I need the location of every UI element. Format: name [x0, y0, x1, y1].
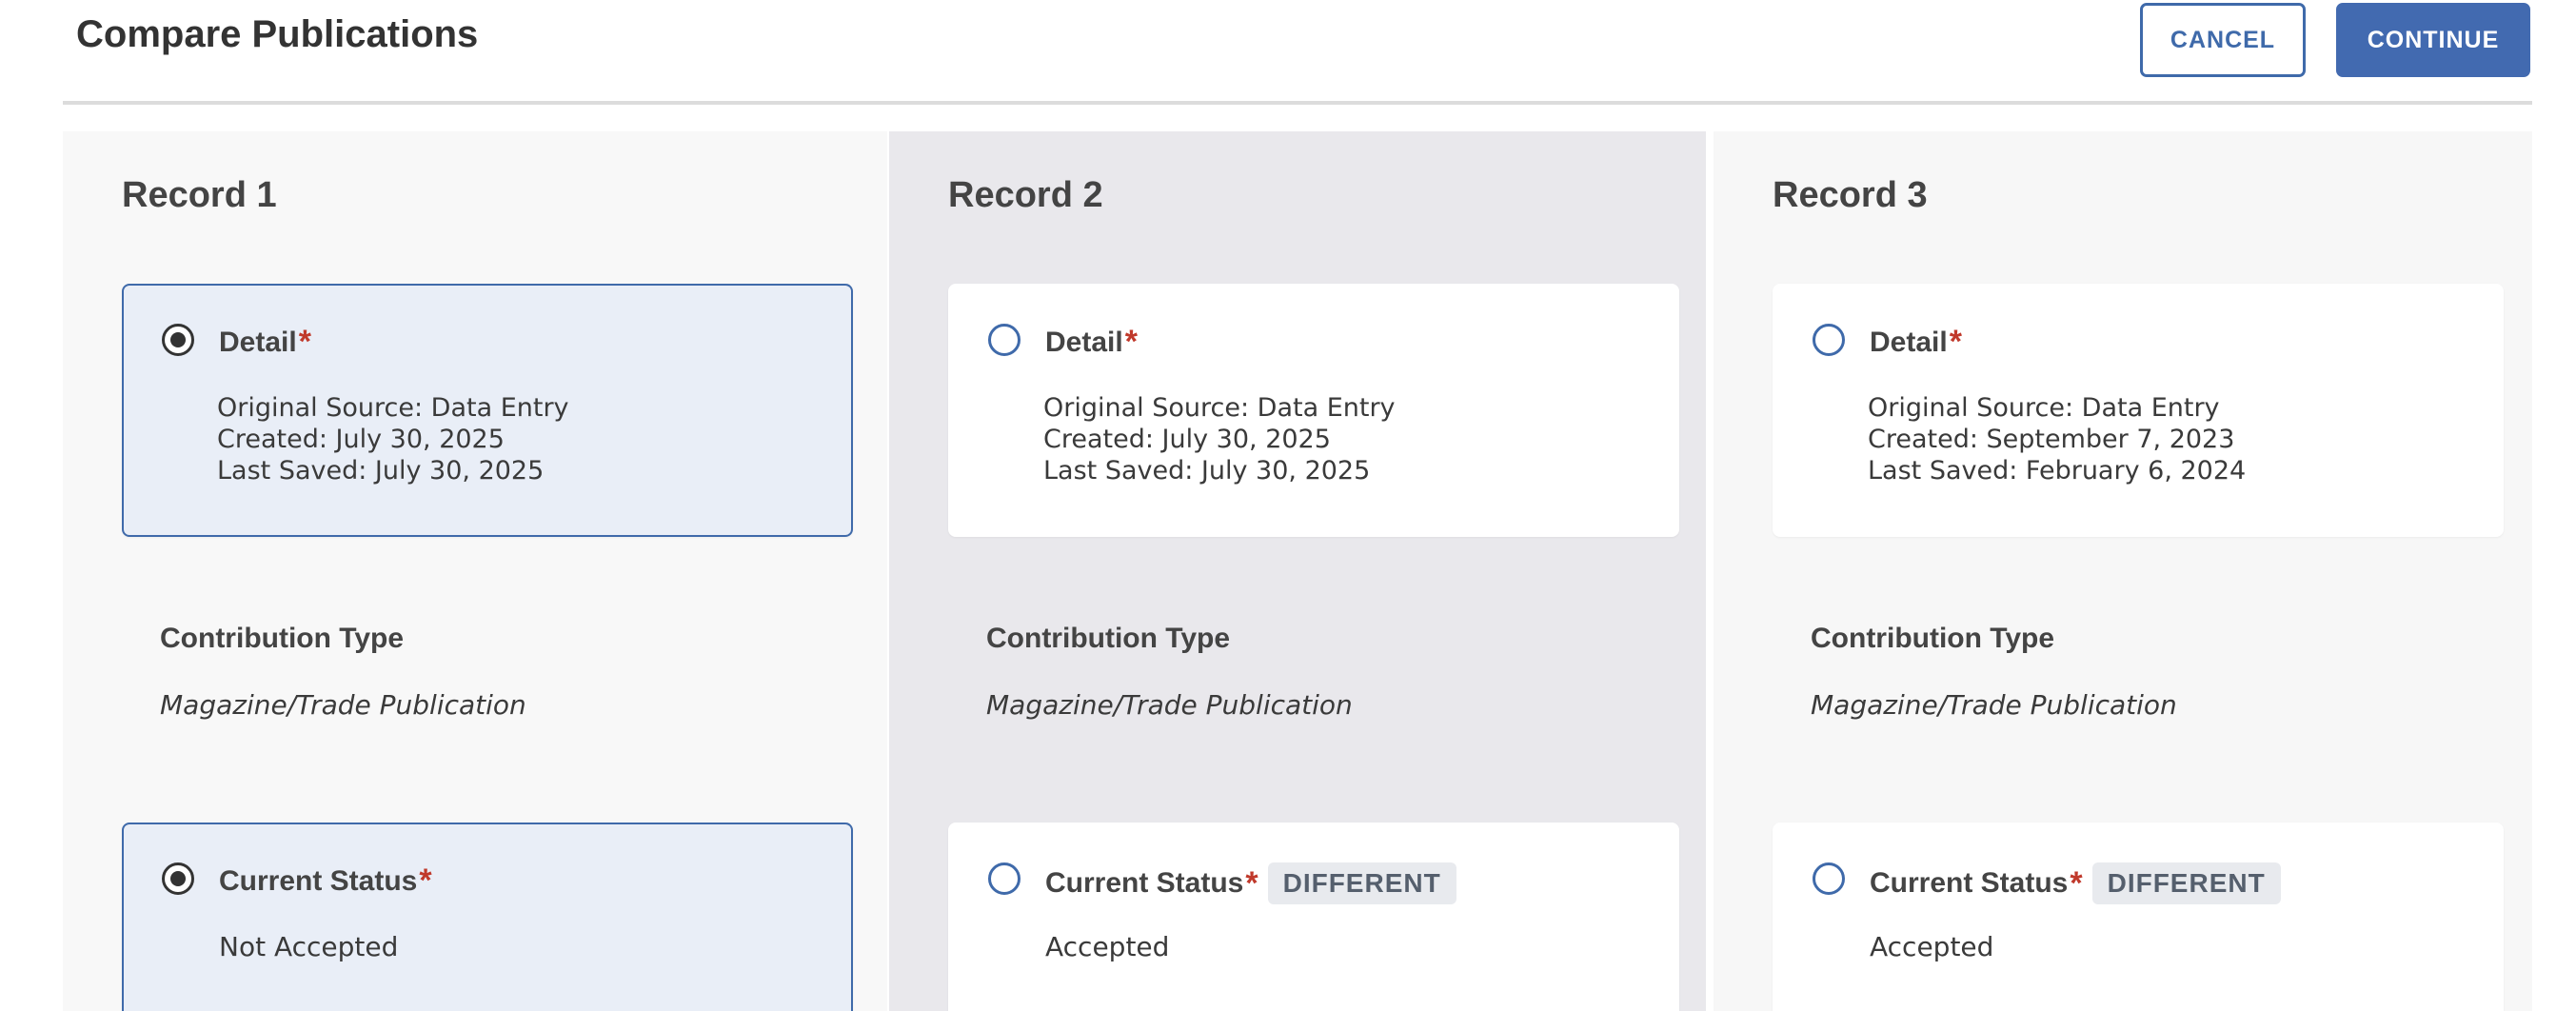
contribution-type-label: Contribution Type: [160, 623, 405, 654]
contribution-type-value: Magazine/Trade Publication: [1811, 689, 2177, 721]
detail-label-text: Detail: [219, 326, 297, 358]
detail-label-text: Detail: [1045, 326, 1123, 358]
required-asterisk: *: [298, 324, 311, 360]
last-saved-text: Last Saved: February 6, 2024: [1868, 456, 2247, 486]
required-asterisk: *: [1949, 324, 1962, 360]
current-status-label-text: Current Status: [1870, 867, 2069, 899]
last-saved-text: Last Saved: July 30, 2025: [217, 456, 545, 486]
detail-radio[interactable]: [988, 324, 1020, 356]
page-header: Compare Publications CANCEL CONTINUE: [63, 0, 2532, 105]
detail-label: Detail *: [219, 324, 311, 361]
compare-publications-page: Compare Publications CANCEL CONTINUE Rec…: [0, 0, 2576, 1011]
current-status-label: Current Status * DIFFERENT: [1870, 862, 2281, 904]
required-asterisk: *: [1245, 864, 1258, 902]
contribution-type-label: Contribution Type: [986, 623, 1231, 654]
detail-option-card[interactable]: Detail * Original Source: Data Entry Crea…: [122, 284, 853, 537]
required-asterisk: *: [419, 862, 432, 899]
record-column-3: Record 3 Detail * Original Source: Data E…: [1714, 131, 2532, 1011]
detail-option-card[interactable]: Detail * Original Source: Data Entry Crea…: [1773, 284, 2504, 537]
continue-button[interactable]: CONTINUE: [2336, 3, 2530, 77]
detail-metadata: Original Source: Data Entry Created: Jul…: [1043, 392, 1396, 486]
current-status-value: Accepted: [1870, 931, 1994, 962]
last-saved-text: Last Saved: July 30, 2025: [1043, 456, 1371, 486]
created-date-text: Created: September 7, 2023: [1868, 425, 2235, 454]
different-badge: DIFFERENT: [1267, 862, 1456, 904]
current-status-option-card[interactable]: Current Status * DIFFERENT Accepted: [948, 823, 1679, 1011]
detail-radio[interactable]: [1813, 324, 1845, 356]
current-status-option-card[interactable]: Current Status * Not Accepted: [122, 823, 853, 1011]
original-source-text: Original Source: Data Entry: [217, 393, 569, 423]
detail-metadata: Original Source: Data Entry Created: Sep…: [1868, 392, 2246, 486]
detail-label: Detail *: [1870, 324, 1962, 361]
page-title: Compare Publications: [76, 13, 479, 55]
record-title: Record 3: [1773, 175, 1928, 215]
different-badge: DIFFERENT: [2091, 862, 2281, 904]
cancel-button[interactable]: CANCEL: [2140, 3, 2306, 77]
current-status-label-text: Current Status: [219, 864, 418, 897]
detail-option-card[interactable]: Detail * Original Source: Data Entry Crea…: [948, 284, 1679, 537]
current-status-value: Accepted: [1045, 931, 1170, 962]
contribution-type-value: Magazine/Trade Publication: [986, 689, 1353, 721]
current-status-label-text: Current Status: [1045, 867, 1244, 899]
current-status-label: Current Status * DIFFERENT: [1045, 862, 1456, 904]
created-date-text: Created: July 30, 2025: [1043, 425, 1331, 454]
record-column-2: Record 2 Detail * Original Source: Data E…: [889, 131, 1706, 1011]
contribution-type-value: Magazine/Trade Publication: [160, 689, 526, 721]
contribution-type-label: Contribution Type: [1811, 623, 2055, 654]
original-source-text: Original Source: Data Entry: [1868, 393, 2220, 423]
current-status-option-card[interactable]: Current Status * DIFFERENT Accepted: [1773, 823, 2504, 1011]
created-date-text: Created: July 30, 2025: [217, 425, 505, 454]
record-column-1: Record 1 Detail * Original Source: Data E…: [63, 131, 887, 1011]
detail-label: Detail *: [1045, 324, 1138, 361]
required-asterisk: *: [1124, 324, 1138, 360]
required-asterisk: *: [2070, 864, 2083, 902]
detail-radio[interactable]: [162, 324, 194, 356]
current-status-radio[interactable]: [988, 862, 1020, 895]
current-status-radio[interactable]: [1813, 862, 1845, 895]
record-title: Record 1: [122, 175, 277, 215]
current-status-radio[interactable]: [162, 862, 194, 895]
current-status-value: Not Accepted: [219, 931, 399, 962]
detail-label-text: Detail: [1870, 326, 1948, 358]
detail-metadata: Original Source: Data Entry Created: Jul…: [217, 392, 569, 486]
current-status-label: Current Status *: [219, 862, 432, 900]
original-source-text: Original Source: Data Entry: [1043, 393, 1396, 423]
record-title: Record 2: [948, 175, 1103, 215]
